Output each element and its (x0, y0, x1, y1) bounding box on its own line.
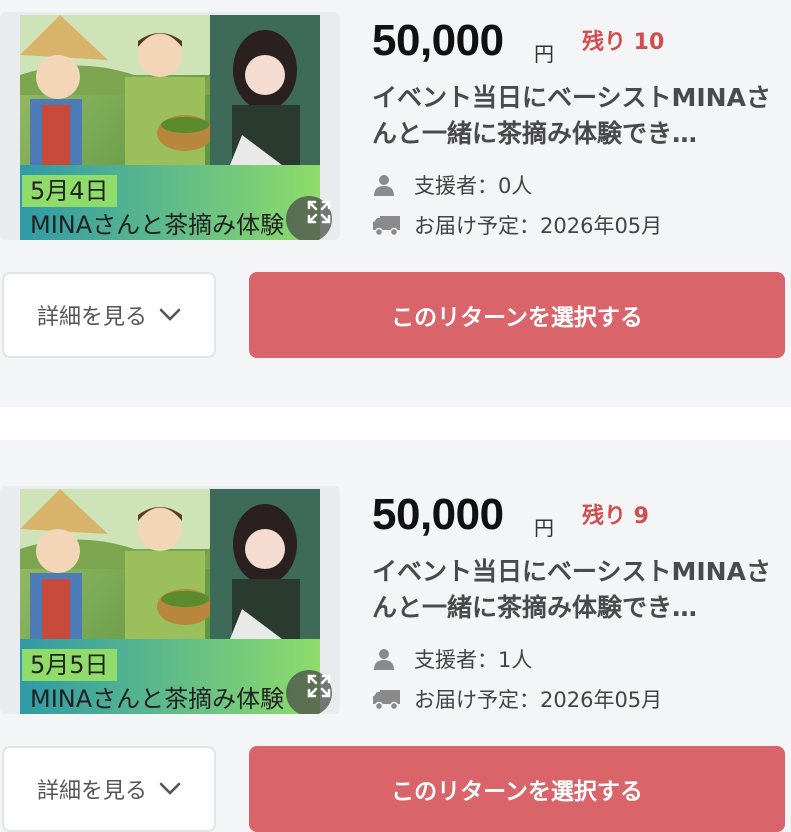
thumb-date: 5月4日 (22, 175, 117, 207)
reward-price: 50,000 (372, 490, 504, 539)
truck-icon (372, 685, 408, 713)
delivery-row: お届け予定：2026年05月 (372, 210, 662, 240)
delivery-row: お届け予定：2026年05月 (372, 684, 662, 714)
currency-label: 円 (534, 516, 554, 540)
thumb-title: MINAさんと茶摘み体験 (30, 211, 285, 239)
select-reward-button[interactable]: このリターンを選択する (249, 746, 785, 832)
view-details-label: 詳細を見る (36, 779, 147, 804)
chevron-down-icon (159, 308, 181, 322)
reward-image[interactable]: 5月4日 MINAさんと茶摘み体験 (0, 12, 340, 240)
reward-image[interactable]: 5月5日 MINAさんと茶摘み体験 (0, 486, 340, 714)
thumb-date: 5月5日 (22, 649, 117, 681)
chevron-down-icon (159, 782, 181, 796)
remaining-count: 残り 9 (582, 504, 649, 529)
expand-image-button[interactable] (286, 196, 332, 240)
select-reward-button[interactable]: このリターンを選択する (249, 272, 785, 358)
remaining-count: 残り 10 (582, 30, 665, 55)
person-icon (372, 645, 408, 673)
view-details-button[interactable]: 詳細を見る (2, 272, 216, 358)
thumb-title: MINAさんと茶摘み体験 (30, 685, 285, 713)
expand-image-button[interactable] (286, 670, 332, 714)
truck-icon (372, 211, 408, 239)
reward-title: イベント当日にベーシストMINAさんと一緒に茶摘み体験でき… (372, 83, 771, 148)
expand-icon (307, 674, 331, 698)
view-details-label: 詳細を見る (36, 305, 147, 330)
supporters-row: 支援者：0人 (372, 170, 532, 200)
reward-price: 50,000 (372, 16, 504, 65)
supporters-text: 支援者：1人 (414, 648, 533, 672)
reward-card: 5月5日 MINAさんと茶摘み体験 50,000 円 残り 9 イベント当日にベ… (0, 440, 791, 832)
expand-icon (307, 200, 331, 224)
reward-card: 5月4日 MINAさんと茶摘み体験 50,000 円 残り 10 イベント当日に… (0, 0, 791, 407)
person-icon (372, 171, 408, 199)
supporters-text: 支援者：0人 (414, 174, 533, 198)
supporters-row: 支援者：1人 (372, 644, 532, 674)
reward-title: イベント当日にベーシストMINAさんと一緒に茶摘み体験でき… (372, 557, 771, 622)
delivery-text: お届け予定：2026年05月 (414, 688, 663, 712)
delivery-text: お届け予定：2026年05月 (414, 214, 663, 238)
view-details-button[interactable]: 詳細を見る (2, 746, 216, 832)
currency-label: 円 (534, 42, 554, 66)
